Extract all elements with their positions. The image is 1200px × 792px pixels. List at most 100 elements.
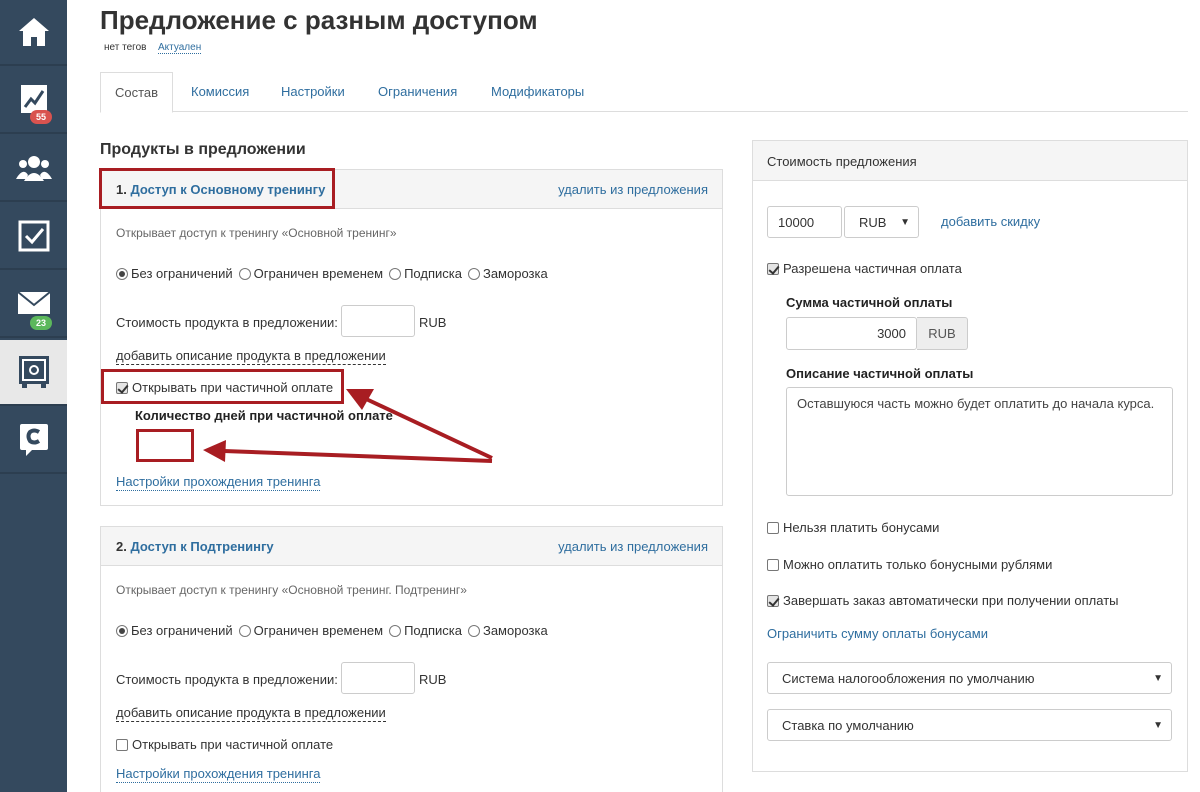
tasks-icon [18, 220, 49, 252]
product-price-currency: RUB [419, 672, 447, 687]
radio-indicator[interactable] [238, 624, 251, 637]
limit-bonus-link[interactable]: Ограничить сумму оплаты бонусами [767, 626, 988, 641]
highlight-product-name [99, 168, 335, 209]
partial-sum-input[interactable]: 3000 [786, 317, 917, 350]
radio-indicator[interactable] [389, 624, 402, 637]
product-description: Открывает доступ к тренингу «Основной тр… [116, 226, 397, 240]
radio-label: Ограничен временем [253, 266, 384, 281]
sidebar-item-sales[interactable] [0, 340, 67, 406]
partial-days-input[interactable] [136, 429, 194, 462]
tab-composition[interactable]: Состав [100, 72, 174, 113]
product-link[interactable]: Доступ к Подтренингу [130, 539, 273, 554]
partial-payment-checkbox[interactable]: Открывать при частичной оплате [116, 737, 333, 752]
radio-label: Заморозка [482, 623, 548, 638]
stats-badge: 55 [30, 110, 53, 124]
offer-price-title: Стоимость предложения [753, 141, 1187, 181]
radio-indicator[interactable] [116, 624, 128, 637]
add-discount-link[interactable]: добавить скидку [941, 214, 1040, 229]
sidebar-item-mail[interactable]: 23 [0, 272, 67, 338]
checkbox-indicator[interactable] [767, 262, 779, 275]
tab-modifiers[interactable]: Модификаторы [477, 72, 598, 112]
radio-label: Ограничен временем [253, 623, 384, 638]
sidebar-item-users[interactable] [0, 136, 67, 202]
tags-label: нет тегов [104, 42, 147, 53]
offer-price-panel: Стоимость предложения 10000 RUB ▼ добави… [752, 140, 1188, 772]
access-type-radios: Без ограничений Ограничен временем Подпи… [116, 266, 554, 281]
checkbox-indicator[interactable] [767, 521, 779, 534]
radio-freeze[interactable]: Заморозка [467, 623, 548, 638]
tab-commission[interactable]: Комиссия [177, 72, 263, 112]
offer-currency-select[interactable]: RUB ▼ [844, 206, 919, 238]
users-icon [15, 156, 52, 181]
radio-time-limited[interactable]: Ограничен временем [238, 266, 384, 281]
tax-rate-value: Ставка по умолчанию [782, 717, 914, 733]
partial-days-label: Количество дней при частичной оплате [135, 408, 393, 423]
safe-icon [18, 356, 49, 388]
add-product-description-link[interactable]: добавить описание продукта в предложении [116, 705, 386, 722]
radio-indicator[interactable] [467, 624, 480, 637]
checkbox-indicator[interactable] [767, 594, 779, 607]
products-section-title: Продукты в предложении [100, 141, 306, 158]
sidebar-item-stats[interactable]: 55 [0, 68, 67, 134]
product-price-label: Стоимость продукта в предложении: [116, 315, 338, 330]
radio-unlimited[interactable]: Без ограничений [116, 266, 233, 281]
product-panel-2: 2. Доступ к Подтренингу удалить из предл… [100, 526, 723, 792]
remove-product-link[interactable]: удалить из предложения [558, 182, 708, 197]
training-settings-link[interactable]: Настройки прохождения тренинга [116, 474, 321, 491]
add-product-description-link[interactable]: добавить описание продукта в предложении [116, 348, 386, 365]
partial-sum-currency: RUB [917, 317, 968, 350]
sidebar-item-chat[interactable] [0, 408, 67, 474]
tabs-bar: Состав Комиссия Настройки Ограничения Мо… [100, 72, 1188, 113]
checkbox-label: Нельзя платить бонусами [783, 520, 940, 535]
partial-allowed-checkbox[interactable]: Разрешена частичная оплата [767, 261, 962, 276]
product-price-label: Стоимость продукта в предложении: [116, 672, 338, 687]
product-description: Открывает доступ к тренингу «Основной тр… [116, 583, 467, 597]
tab-settings[interactable]: Настройки [267, 72, 359, 112]
product-name-2: 2. Доступ к Подтренингу [116, 539, 274, 554]
product-price-input[interactable] [341, 662, 415, 694]
sidebar-item-tasks[interactable] [0, 204, 67, 270]
tax-rate-select[interactable]: Ставка по умолчанию ▼ [767, 709, 1172, 741]
home-icon [18, 18, 49, 46]
access-type-radios: Без ограничений Ограничен временем Подпи… [116, 623, 554, 638]
checkbox-label: Завершать заказ автоматически при получе… [783, 593, 1119, 608]
offer-price-input[interactable]: 10000 [767, 206, 842, 238]
radio-label: Заморозка [482, 266, 548, 281]
radio-label: Без ограничений [131, 266, 233, 281]
product-header-2: 2. Доступ к Подтренингу удалить из предл… [101, 527, 722, 566]
status-link[interactable]: Актуален [158, 42, 202, 54]
checkbox-indicator[interactable] [767, 558, 779, 571]
radio-label: Без ограничений [131, 623, 233, 638]
radio-indicator[interactable] [238, 267, 251, 280]
radio-freeze[interactable]: Заморозка [467, 266, 548, 281]
chat-icon [19, 424, 48, 456]
checkbox-indicator[interactable] [116, 738, 128, 751]
auto-complete-checkbox[interactable]: Завершать заказ автоматически при получе… [767, 593, 1119, 608]
radio-label: Подписка [404, 623, 462, 638]
tab-restrictions[interactable]: Ограничения [364, 72, 471, 112]
sidebar: 55 23 [0, 0, 67, 792]
partial-desc-label: Описание частичной оплаты [786, 366, 974, 381]
partial-desc-textarea[interactable]: Оставшуюся часть можно будет оплатить до… [786, 387, 1173, 496]
radio-label: Подписка [404, 266, 462, 281]
tax-system-value: Система налогообложения по умолчанию [782, 670, 1035, 686]
remove-product-link[interactable]: удалить из предложения [558, 539, 708, 554]
page-title: Предложение с разным доступом [100, 5, 538, 35]
radio-subscription[interactable]: Подписка [389, 623, 462, 638]
radio-indicator[interactable] [467, 267, 480, 280]
chevron-down-icon: ▼ [900, 216, 910, 228]
sidebar-item-home[interactable] [0, 0, 67, 66]
radio-indicator[interactable] [116, 267, 128, 280]
tax-system-select[interactable]: Система налогообложения по умолчанию ▼ [767, 662, 1172, 694]
no-bonus-checkbox[interactable]: Нельзя платить бонусами [767, 520, 939, 535]
training-settings-link[interactable]: Настройки прохождения тренинга [116, 766, 321, 783]
product-panel-1: 1. Доступ к Основному тренингу удалить и… [100, 169, 723, 506]
radio-unlimited[interactable]: Без ограничений [116, 623, 233, 638]
radio-subscription[interactable]: Подписка [389, 266, 462, 281]
mail-badge: 23 [30, 316, 53, 330]
only-bonus-checkbox[interactable]: Можно оплатить только бонусными рублями [767, 557, 1052, 572]
radio-indicator[interactable] [389, 267, 402, 280]
radio-time-limited[interactable]: Ограничен временем [238, 623, 384, 638]
product-price-input[interactable] [341, 305, 415, 337]
chevron-down-icon: ▼ [1153, 719, 1163, 731]
